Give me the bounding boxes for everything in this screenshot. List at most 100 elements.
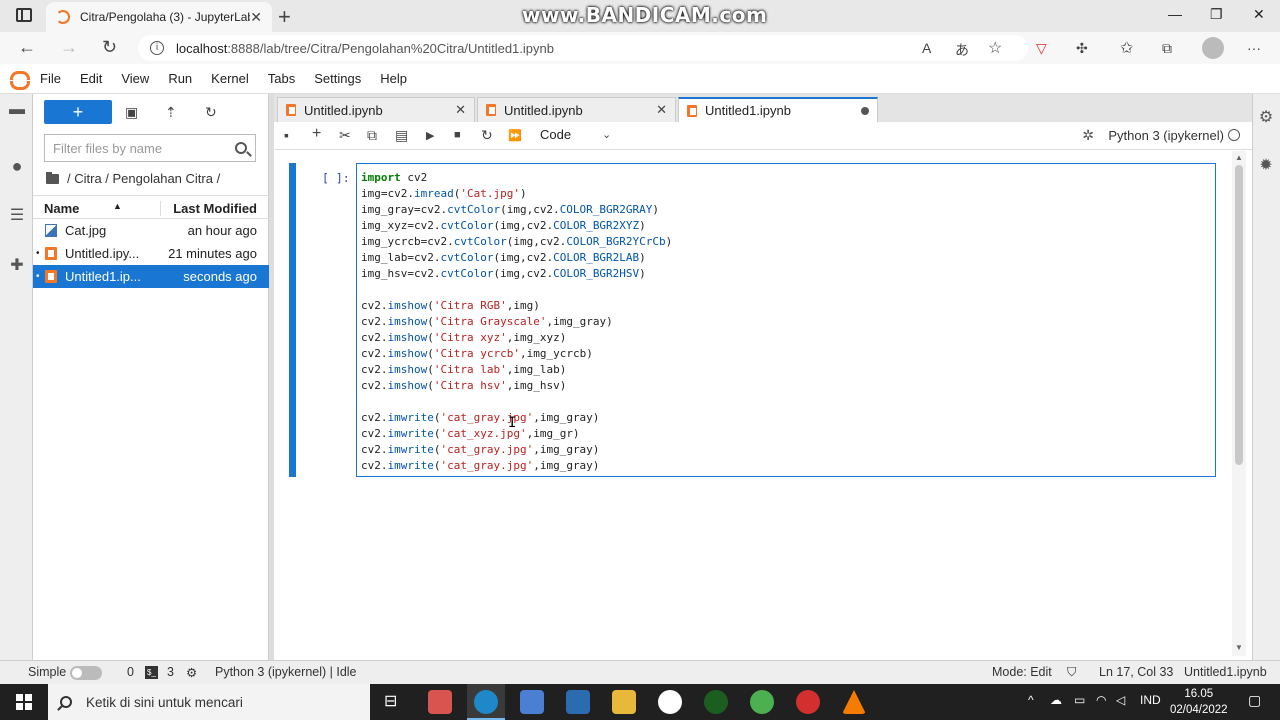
show-hidden-icons[interactable]: ^ xyxy=(1028,693,1034,707)
wifi-icon[interactable]: ◠ xyxy=(1096,693,1106,707)
code-line[interactable]: cv2.imshow('Citra Grayscale',img_gray) xyxy=(361,314,1211,330)
file-explorer-icon[interactable] xyxy=(612,690,636,714)
file-row-cat-jpg[interactable]: Cat.jpg an hour ago xyxy=(33,219,269,242)
close-window-button[interactable]: ✕ xyxy=(1253,6,1265,23)
menu-kernel[interactable]: Kernel xyxy=(211,71,249,86)
kernel-count[interactable]: 3 xyxy=(167,665,174,679)
menu-view[interactable]: View xyxy=(121,71,149,86)
bandicam-icon[interactable] xyxy=(796,690,820,714)
cut-icon[interactable]: ✂ xyxy=(339,127,351,144)
browser-tab[interactable]: Citra/Pengolaha (3) - JupyterLab ✕ xyxy=(46,2,272,32)
extensions-icon[interactable]: ✣ xyxy=(1076,40,1088,57)
tab-untitled-ipynb-1[interactable]: Untitled.ipynb ✕ xyxy=(277,97,475,122)
code-line[interactable]: cv2.imwrite('cat_gray.jpg',img_gray) xyxy=(361,442,1211,458)
reload-button[interactable]: ↻ xyxy=(102,37,117,58)
code-line[interactable]: cv2.imwrite('cat_xyz.jpg',img_gr) xyxy=(361,426,1211,442)
volume-icon[interactable]: ◁ xyxy=(1116,693,1125,707)
tab-actions-icon[interactable] xyxy=(16,8,32,22)
read-aloud-icon[interactable]: A xyxy=(922,40,931,56)
menu-help[interactable]: Help xyxy=(380,71,407,86)
edge-browser-icon[interactable] xyxy=(474,690,498,714)
code-cell-editor[interactable]: import cv2 img=cv2.imread('Cat.jpg') img_g… xyxy=(356,163,1216,477)
code-line[interactable]: cv2.imwrite('cat_gray.jpg',img_gray) xyxy=(361,410,1211,426)
copy-icon[interactable]: ⧉ xyxy=(367,127,377,144)
file-browser-folder-icon[interactable]: ▬ xyxy=(7,100,27,120)
task-view-icon[interactable]: ⊟ xyxy=(384,691,397,711)
system-clock[interactable]: 16.05 02/04/2022 xyxy=(1170,686,1228,718)
mail-icon[interactable] xyxy=(566,690,590,714)
network-icon[interactable]: ☁ xyxy=(1050,693,1062,707)
code-line[interactable]: img_gray=cv2.cvtColor(img,cv2.COLOR_BGR2… xyxy=(361,202,1211,218)
column-name-header[interactable]: Name xyxy=(44,201,79,216)
green-app-icon[interactable] xyxy=(704,690,728,714)
menu-run[interactable]: Run xyxy=(168,71,192,86)
unsaved-changes-indicator[interactable] xyxy=(861,106,869,115)
property-inspector-icon[interactable]: ⚙ xyxy=(1256,108,1276,128)
filter-files-input[interactable] xyxy=(53,140,235,156)
code-line[interactable]: cv2.imshow('Citra lab',img_lab) xyxy=(361,362,1211,378)
menu-edit[interactable]: Edit xyxy=(80,71,102,86)
terminal-count[interactable]: 0 xyxy=(127,665,134,679)
code-line[interactable] xyxy=(361,282,1211,298)
back-button[interactable]: ← xyxy=(18,37,36,58)
chevron-down-icon[interactable]: ⌄ xyxy=(602,128,611,141)
add-favorite-icon[interactable]: ☆ xyxy=(988,38,1002,58)
profile-avatar[interactable] xyxy=(1202,37,1224,59)
site-info-icon[interactable]: i xyxy=(150,41,164,55)
code-line[interactable]: img_ycrcb=cv2.cvtColor(img,cv2.COLOR_BGR… xyxy=(361,234,1211,250)
simple-mode-toggle[interactable] xyxy=(70,666,102,680)
taskbar-search-box[interactable]: Ketik di sini untuk mencari xyxy=(48,684,370,720)
menu-settings[interactable]: Settings xyxy=(314,71,361,86)
input-language[interactable]: IND xyxy=(1140,693,1161,707)
menu-tabs[interactable]: Tabs xyxy=(268,71,295,86)
collections-icon[interactable]: ⧉ xyxy=(1162,40,1172,57)
battery-icon[interactable]: ▭ xyxy=(1074,693,1085,707)
stop-icon[interactable]: ■ xyxy=(454,129,461,141)
code-line[interactable]: import cv2 xyxy=(361,170,1211,186)
code-line[interactable]: cv2.imshow('Citra hsv',img_hsv) xyxy=(361,378,1211,394)
tab-close-icon[interactable]: ✕ xyxy=(455,102,466,118)
vlc-icon[interactable] xyxy=(842,690,866,714)
tab-untitled-ipynb-2[interactable]: Untitled.ipynb ✕ xyxy=(477,97,676,122)
store-icon[interactable] xyxy=(520,690,544,714)
trusted-shield-icon[interactable]: ⛉ xyxy=(1067,665,1076,680)
notifications-icon[interactable]: ▢ xyxy=(1248,692,1261,709)
tab-close-icon[interactable]: ✕ xyxy=(656,102,667,118)
save-icon[interactable]: ▪ xyxy=(284,127,289,143)
maximize-button[interactable]: ❐ xyxy=(1210,6,1223,23)
scroll-down-icon[interactable]: ▼ xyxy=(1235,643,1243,652)
code-line[interactable]: cv2.imshow('Citra RGB',img) xyxy=(361,298,1211,314)
code-line[interactable]: img_hsv=cv2.cvtColor(img,cv2.COLOR_BGR2H… xyxy=(361,266,1211,282)
code-line[interactable] xyxy=(361,394,1211,410)
paste-icon[interactable]: ▤ xyxy=(395,127,408,144)
upload-icon[interactable]: ⇡ xyxy=(165,104,177,121)
column-modified-header[interactable]: Last Modified xyxy=(160,201,257,216)
forward-button[interactable]: → xyxy=(60,37,78,58)
code-line[interactable]: cv2.imshow('Citra xyz',img_xyz) xyxy=(361,330,1211,346)
editor-mode[interactable]: Mode: Edit xyxy=(992,665,1052,679)
code-line[interactable]: cv2.imwrite('cat_gray.jpg',img_gray) xyxy=(361,458,1211,474)
code-line[interactable]: img_xyz=cv2.cvtColor(img,cv2.COLOR_BGR2X… xyxy=(361,218,1211,234)
url-bar[interactable]: i localhost:8888/lab/tree/Citra/Pengolah… xyxy=(138,35,1028,61)
filter-files-field[interactable] xyxy=(44,134,256,162)
new-tab-button[interactable]: + xyxy=(278,4,291,30)
scroll-up-icon[interactable]: ▲ xyxy=(1235,153,1243,162)
run-icon[interactable]: ▶ xyxy=(426,129,434,142)
kernel-name[interactable]: Python 3 (ipykernel) xyxy=(1108,128,1224,143)
windows-start-icon[interactable] xyxy=(16,694,32,710)
active-cell-indicator[interactable] xyxy=(289,163,296,477)
kernel-status-text[interactable]: Python 3 (ipykernel) | Idle xyxy=(215,665,357,679)
restart-kernel-icon[interactable]: ↻ xyxy=(481,127,493,144)
file-row-untitled1-ipynb[interactable]: • Untitled1.ip... seconds ago xyxy=(33,265,269,288)
gift-app-icon[interactable] xyxy=(428,690,452,714)
code-line[interactable]: img_lab=cv2.cvtColor(img,cv2.COLOR_BGR2L… xyxy=(361,250,1211,266)
tab-untitled1-ipynb[interactable]: Untitled1.ipynb xyxy=(678,97,878,122)
home-folder-icon[interactable] xyxy=(46,171,59,184)
browser-tab-close-icon[interactable]: ✕ xyxy=(250,9,262,26)
pocket-icon[interactable]: ▽ xyxy=(1036,40,1047,57)
code-line[interactable]: img=cv2.imread('Cat.jpg') xyxy=(361,186,1211,202)
restart-run-all-icon[interactable]: ⏩ xyxy=(508,129,522,142)
new-launcher-button[interactable]: + xyxy=(44,100,112,124)
cursor-position[interactable]: Ln 17, Col 33 xyxy=(1099,665,1173,679)
extension-manager-icon[interactable]: ✚ xyxy=(7,256,27,276)
